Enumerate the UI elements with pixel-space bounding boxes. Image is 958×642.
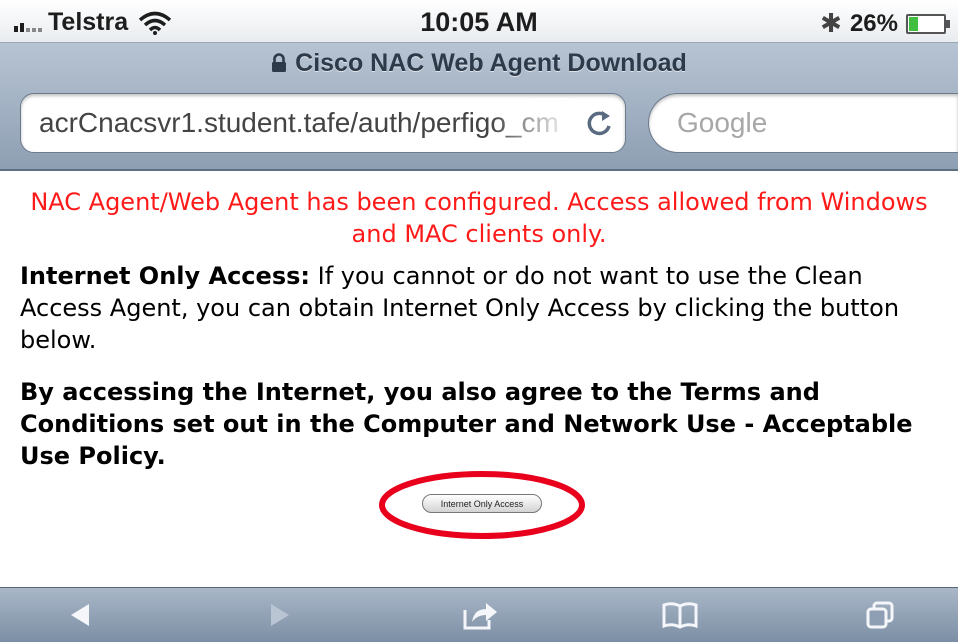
- url-fade: [491, 98, 571, 148]
- search-placeholder: Google: [677, 107, 768, 138]
- bluetooth-icon: ✱: [820, 8, 842, 38]
- configuration-notice: NAC Agent/Web Agent has been configured.…: [30, 188, 928, 248]
- forward-icon: [271, 604, 289, 626]
- lock-icon: [272, 53, 287, 72]
- battery-percent: 26%: [849, 9, 898, 37]
- button-area: Internet Only Access: [378, 470, 586, 540]
- battery-icon: [906, 13, 950, 34]
- terms-agreement: By accessing the Internet, you also agre…: [20, 378, 913, 470]
- back-icon: [71, 604, 89, 626]
- search-field[interactable]: Google: [648, 93, 958, 153]
- bookmarks-icon: [662, 602, 698, 629]
- page-title: Cisco NAC Web Agent Download: [295, 49, 687, 77]
- bookmarks-button[interactable]: [658, 596, 702, 634]
- forward-button[interactable]: [258, 596, 302, 634]
- tabs-button[interactable]: [858, 596, 902, 634]
- status-right: ✱ 26%: [820, 8, 950, 39]
- clock: 10:05 AM: [420, 7, 538, 37]
- tabs-icon: [866, 601, 894, 629]
- reload-icon[interactable]: [583, 107, 615, 139]
- page-title-bar: Cisco NAC Web Agent Download: [0, 49, 958, 78]
- status-bar: Telstra 10:05 AM ✱ 26%: [0, 0, 958, 43]
- address-bar[interactable]: acrCnacsvr1.student.tafe/auth/perfigo_cm: [20, 93, 626, 153]
- url-text[interactable]: acrCnacsvr1.student.tafe/auth/perfigo_cm: [39, 107, 569, 139]
- back-button[interactable]: [58, 596, 102, 634]
- page-content: NAC Agent/Web Agent has been configured.…: [20, 186, 938, 472]
- battery-fill: [909, 16, 919, 31]
- internet-only-heading: Internet Only Access:: [20, 262, 310, 290]
- bottom-toolbar: [0, 587, 958, 642]
- browser-chrome: Cisco NAC Web Agent Download acrCnacsvr1…: [0, 43, 958, 171]
- share-button[interactable]: [458, 596, 502, 634]
- internet-only-paragraph: Internet Only Access: If you cannot or d…: [20, 260, 938, 356]
- internet-only-access-button[interactable]: Internet Only Access: [422, 494, 542, 513]
- share-icon: [463, 603, 497, 630]
